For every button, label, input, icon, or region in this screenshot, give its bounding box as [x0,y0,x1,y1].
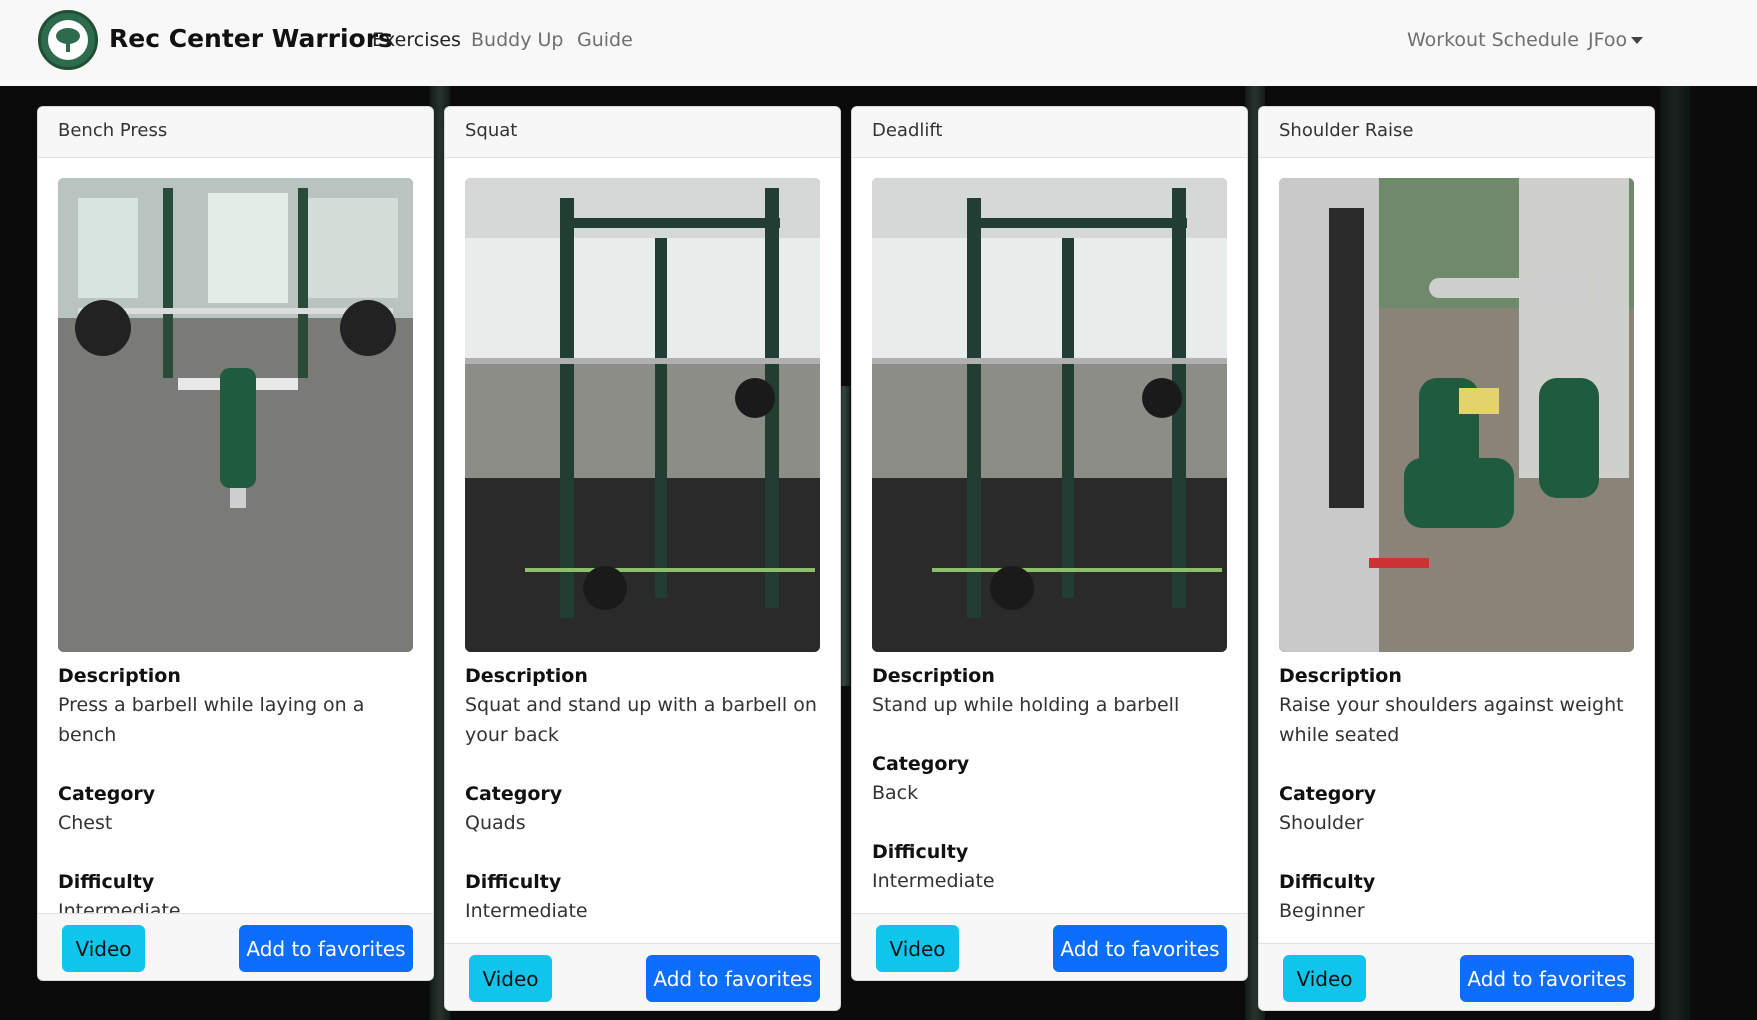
add-to-favorites-button[interactable]: Add to favorites [239,925,413,972]
difficulty-label: Difficulty [465,871,562,893]
nav-link-buddy-up[interactable]: Buddy Up [471,29,563,51]
card-title: Bench Press [38,107,433,158]
category-label: Category [1279,783,1377,805]
video-button[interactable]: Video [62,925,145,972]
category-label: Category [465,783,563,805]
difficulty-value: Beginner [1279,900,1365,922]
logo-tree-seal-icon[interactable] [38,10,98,70]
exercise-card-squat: Squat Description Squat and stand up wit… [444,106,841,1011]
category-value: Quads [465,812,526,834]
video-button[interactable]: Video [876,925,959,972]
difficulty-label: Difficulty [872,841,969,863]
card-title: Shoulder Raise [1259,107,1654,158]
card-info: Description Press a barbell while laying… [58,662,418,926]
difficulty-label: Difficulty [58,871,155,893]
video-button[interactable]: Video [469,955,552,1002]
category-label: Category [872,753,970,775]
card-title: Deadlift [852,107,1247,158]
category-value: Chest [58,812,113,834]
description-text: Press a barbell while laying on a bench [58,694,365,746]
description-label: Description [872,665,995,687]
user-menu-dropdown[interactable]: JFoo [1588,29,1644,51]
card-info: Description Raise your shoulders against… [1279,662,1639,926]
exercise-photo-deadlift [872,178,1227,652]
exercise-photo-squat [465,178,820,652]
difficulty-label: Difficulty [1279,871,1376,893]
add-to-favorites-button[interactable]: Add to favorites [1053,925,1227,972]
card-footer: Video Add to favorites [852,913,1247,980]
difficulty-value: Intermediate [872,870,995,892]
card-title: Squat [445,107,840,158]
category-label: Category [58,783,156,805]
nav-link-guide[interactable]: Guide [577,29,633,51]
description-text: Raise your shoulders against weight whil… [1279,694,1624,746]
video-button[interactable]: Video [1283,955,1366,1002]
nav-link-exercises[interactable]: Exercises [372,29,461,51]
card-info: Description Squat and stand up with a ba… [465,662,825,926]
exercise-photo-bench-press [58,178,413,652]
card-info: Description Stand up while holding a bar… [872,662,1232,896]
add-to-favorites-button[interactable]: Add to favorites [1460,955,1634,1002]
user-menu-label: JFoo [1588,29,1628,51]
brand-title[interactable]: Rec Center Warriors [109,24,393,53]
category-value: Shoulder [1279,812,1364,834]
add-to-favorites-button[interactable]: Add to favorites [646,955,820,1002]
description-text: Stand up while holding a barbell [872,694,1180,716]
description-label: Description [58,665,181,687]
description-label: Description [1279,665,1402,687]
exercise-photo-shoulder-raise [1279,178,1634,652]
category-value: Back [872,782,919,804]
card-footer: Video Add to favorites [1259,943,1654,1010]
navbar: Rec Center Warriors Exercises Buddy Up G… [0,0,1757,86]
description-label: Description [465,665,588,687]
nav-link-workout-schedule[interactable]: Workout Schedule [1407,29,1579,51]
card-footer: Video Add to favorites [38,913,433,980]
difficulty-value: Intermediate [465,900,588,922]
card-footer: Video Add to favorites [445,943,840,1010]
exercise-card-deadlift: Deadlift Description Stand up while hold… [851,106,1248,981]
exercise-card-shoulder-raise: Shoulder Raise Description Raise your sh… [1258,106,1655,1011]
exercise-card-bench-press: Bench Press Description Press a barbell … [37,106,434,981]
description-text: Squat and stand up with a barbell on you… [465,694,817,746]
caret-down-icon [1631,37,1644,44]
